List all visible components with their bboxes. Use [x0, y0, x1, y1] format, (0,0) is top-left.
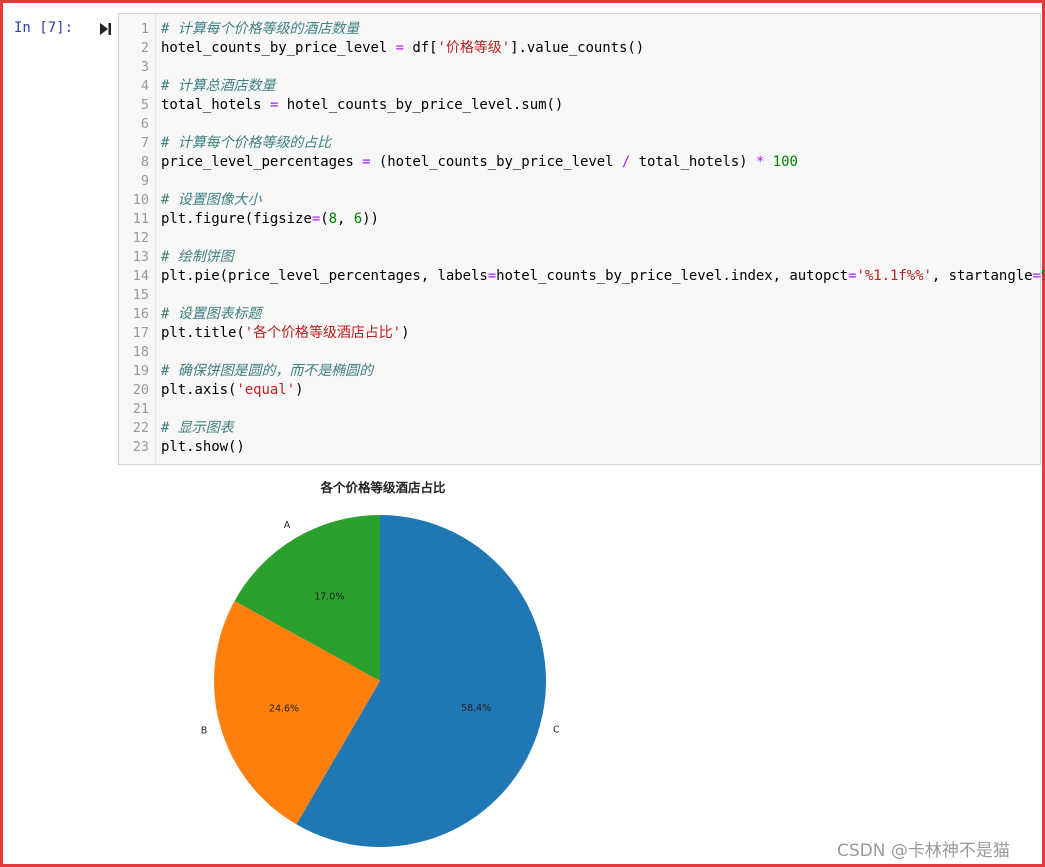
code-text: # 设置图像大小: [161, 191, 262, 210]
code-token: 'equal': [236, 382, 296, 398]
code-text: plt.figure(figsize=(8, 6)): [161, 210, 379, 229]
chart-title: 各个价格等级酒店占比: [319, 480, 446, 495]
line-number: 6: [140, 116, 149, 132]
pie-chart: 各个价格等级酒店占比 17.0% A 24.6% B 58.4% C: [201, 480, 560, 847]
cell-output: 各个价格等级酒店占比 17.0% A 24.6% B 58.4% C: [118, 468, 1041, 863]
code-text: plt.title('各个价格等级酒店占比'): [161, 324, 410, 343]
code-token: plt.figure(figsize: [161, 211, 312, 227]
code-token: price_level_percentages: [161, 154, 363, 170]
code-token: # 确保饼图是圆的，而不是椭圆的: [161, 363, 374, 379]
code-token: (: [320, 211, 329, 227]
code-token: df[: [404, 40, 438, 56]
run-cell-icon[interactable]: [98, 22, 112, 36]
pie-pct-label: 58.4%: [461, 703, 491, 714]
code-text: # 计算每个价格等级的占比: [161, 134, 331, 153]
code-token: # 绘制饼图: [161, 249, 234, 265]
code-token: hotel_counts_by_price_level: [161, 40, 396, 56]
pie-category-label: C: [553, 725, 560, 736]
line-number: 8: [140, 154, 149, 170]
code-token: hotel_counts_by_price_level.sum(): [278, 97, 564, 113]
code-token: )): [362, 211, 379, 227]
line-number: 22: [132, 420, 149, 436]
line-number: 12: [132, 230, 149, 246]
line-number: 17: [132, 325, 149, 341]
pie-category-label: A: [284, 520, 291, 531]
code-token: # 计算每个价格等级的酒店数量: [161, 21, 360, 37]
pie-pct-label: 24.6%: [269, 704, 299, 715]
code-token: '价格等级': [437, 40, 511, 56]
code-token: 90: [1041, 268, 1045, 284]
line-number: 19: [132, 363, 149, 379]
code-token: 6: [353, 211, 363, 227]
code-token: =: [311, 211, 321, 227]
code-token: # 设置图像大小: [161, 192, 262, 208]
code-token: total_hotels: [161, 97, 270, 113]
code-text: # 计算总酒店数量: [161, 77, 275, 96]
code-text: plt.pie(price_level_percentages, labels=…: [161, 267, 1045, 286]
code-token: /: [621, 154, 631, 170]
line-number: 21: [132, 401, 149, 417]
line-number: 13: [132, 249, 149, 265]
line-number: 18: [132, 344, 149, 360]
line-number: 2: [140, 40, 149, 56]
pie-category-label: B: [201, 726, 208, 737]
code-text: hotel_counts_by_price_level = df['价格等级']…: [161, 39, 644, 58]
code-token: ].value_counts(): [510, 40, 645, 56]
code-token: hotel_counts_by_price_level.index, autop…: [496, 268, 849, 284]
code-text: # 确保饼图是圆的，而不是椭圆的: [161, 362, 373, 381]
code-token: # 设置图表标题: [161, 306, 262, 322]
line-number: 15: [132, 287, 149, 303]
code-token: 8: [328, 211, 337, 227]
code-token: =: [1032, 268, 1041, 284]
code-text: # 显示图表: [161, 419, 234, 438]
line-number: 16: [132, 306, 149, 322]
code-text: # 绘制饼图: [161, 248, 234, 267]
code-token: total_hotels): [630, 154, 756, 170]
code-token: plt.title(: [161, 325, 245, 341]
line-number: 5: [140, 97, 149, 113]
code-token: plt.axis(: [161, 382, 237, 398]
code-token: plt.pie(price_level_percentages, labels: [161, 268, 488, 284]
code-token: =: [487, 268, 497, 284]
code-text: # 设置图表标题: [161, 305, 262, 324]
code-token: # 计算总酒店数量: [161, 78, 276, 94]
code-token: (hotel_counts_by_price_level: [370, 154, 622, 170]
line-number: 4: [140, 78, 149, 94]
code-token: 100: [772, 154, 798, 170]
code-token: ): [401, 325, 410, 341]
code-token: # 显示图表: [161, 420, 234, 436]
code-text: price_level_percentages = (hotel_counts_…: [161, 153, 798, 172]
line-number: 1: [140, 21, 149, 37]
code-token: ): [295, 382, 304, 398]
code-text: total_hotels = hotel_counts_by_price_lev…: [161, 96, 563, 115]
line-number: 3: [140, 59, 149, 75]
line-number: 20: [132, 382, 149, 398]
line-number: 7: [140, 135, 149, 151]
code-text: plt.show(): [161, 438, 245, 457]
code-token: '%1.1f%%': [856, 268, 932, 284]
line-number: 11: [132, 211, 149, 227]
code-token: , startangle: [931, 268, 1033, 284]
pie-pct-label: 17.0%: [314, 591, 344, 602]
line-number: 14: [132, 268, 149, 284]
cell-prompt: In [7]:: [14, 20, 74, 36]
code-text: plt.axis('equal'): [161, 381, 304, 400]
line-number: 9: [140, 173, 149, 189]
code-cell[interactable]: 1 # 计算每个价格等级的酒店数量 2 hotel_counts_by_price_l…: [118, 13, 1045, 465]
code-token: '各个价格等级酒店占比': [244, 325, 402, 341]
code-token: =: [395, 40, 404, 56]
line-number: 10: [132, 192, 149, 208]
code-text: # 计算每个价格等级的酒店数量: [161, 20, 359, 39]
code-token: # 计算每个价格等级的占比: [161, 135, 332, 151]
watermark: CSDN @卡林神不是猫: [837, 841, 1010, 861]
code-token: ,: [337, 211, 354, 227]
code-token: plt.show(): [161, 439, 245, 455]
line-number: 23: [132, 439, 149, 455]
